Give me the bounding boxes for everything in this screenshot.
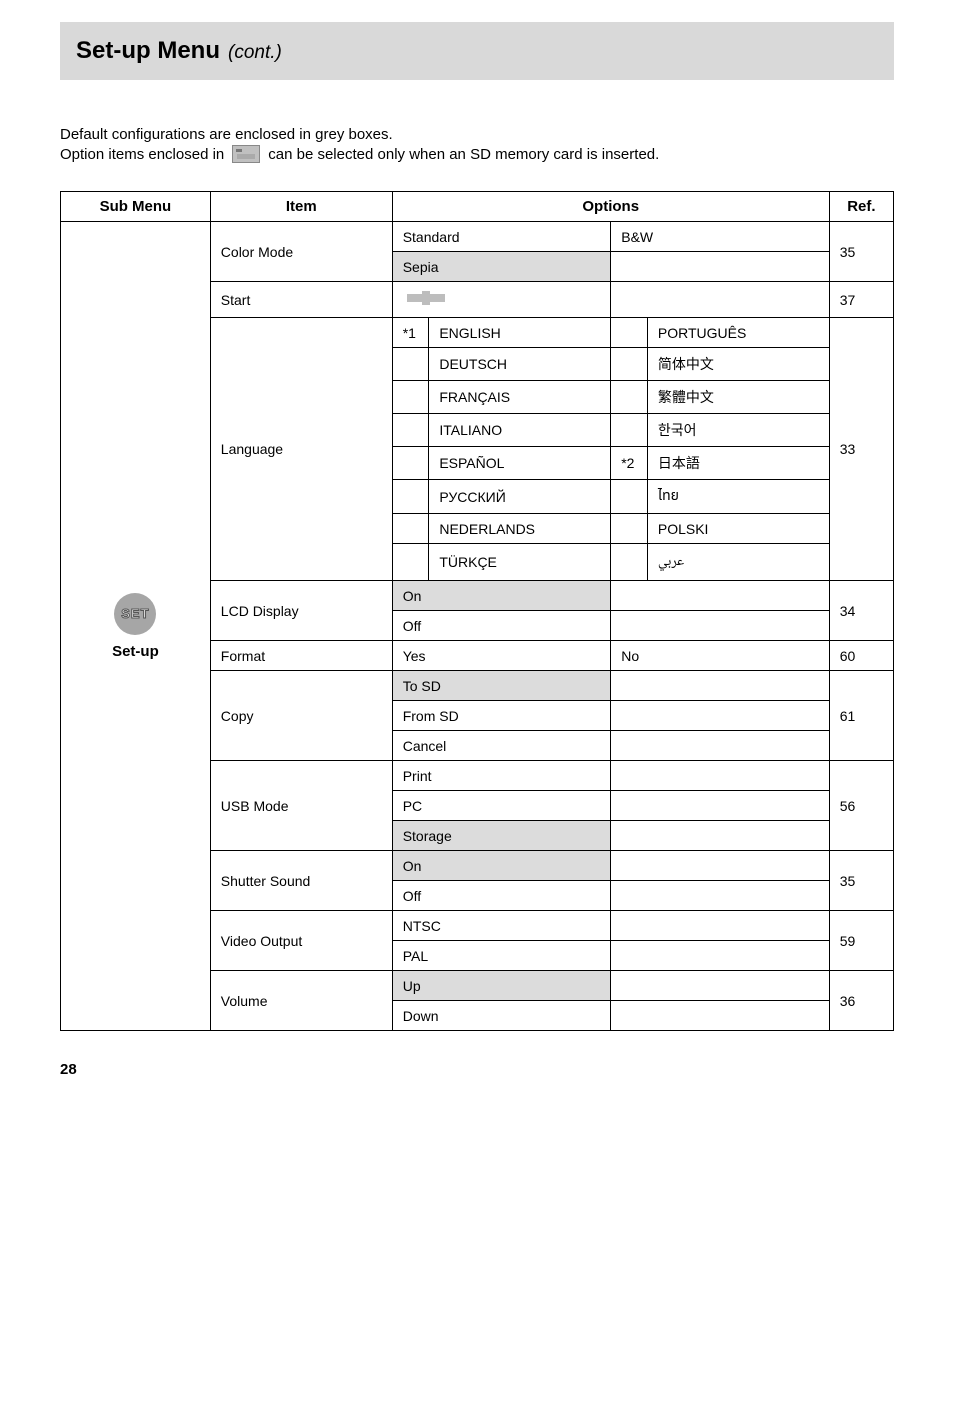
sd-card-icon: [232, 145, 260, 163]
opt-sound-off: Off: [392, 881, 611, 911]
page-number: 28: [60, 1061, 894, 1078]
lang-mark-2: *2: [611, 447, 648, 480]
lang-turkce: TÜRKÇE: [429, 544, 611, 581]
lang-russian: РУССКИЙ: [429, 480, 611, 514]
lang-japanese: 日本語: [647, 447, 829, 480]
lang-english: ENGLISH: [429, 318, 611, 348]
ref-copy: 61: [829, 671, 893, 761]
page-title-bar: Set-up Menu (cont.): [60, 22, 894, 80]
lang-espanol: ESPAÑOL: [429, 447, 611, 480]
page-title: Set-up Menu: [76, 37, 220, 65]
header-ref: Ref.: [829, 192, 893, 222]
opt-video-ntsc: NTSC: [392, 911, 611, 941]
lang-thai: ไทย: [647, 480, 829, 514]
opt-usb-pc: PC: [392, 791, 611, 821]
header-item: Item: [210, 192, 392, 222]
lang-francais: FRANÇAIS: [429, 381, 611, 414]
opt-usb-print: Print: [392, 761, 611, 791]
ref-video: 59: [829, 911, 893, 971]
ref-start: 37: [829, 282, 893, 318]
set-icon: SET: [114, 593, 156, 635]
submenu-cell: SET Set-up: [61, 222, 211, 1031]
intro-text-line2: Option items enclosed in can be selected…: [60, 145, 894, 163]
intro-text-line1: Default configurations are enclosed in g…: [60, 126, 894, 143]
ref-usb: 56: [829, 761, 893, 851]
opt-lcd-off: Off: [392, 611, 611, 641]
item-usb: USB Mode: [210, 761, 392, 851]
opt-video-pal: PAL: [392, 941, 611, 971]
plus-icon: [403, 288, 449, 308]
lang-polski: POLSKI: [647, 514, 829, 544]
lang-nederlands: NEDERLANDS: [429, 514, 611, 544]
item-language: Language: [210, 318, 392, 581]
opt-format-yes: Yes: [392, 641, 611, 671]
opt-vol-up: Up: [392, 971, 611, 1001]
settings-table: Sub Menu Item Options Ref. SET Set-up Co…: [60, 191, 894, 1031]
ref-color: 35: [829, 222, 893, 282]
opt-usb-storage: Storage: [392, 821, 611, 851]
opt-start-plus: [392, 282, 611, 318]
lang-mark-1: *1: [392, 318, 429, 348]
opt-standard: Standard: [392, 222, 611, 252]
item-color-mode: Color Mode: [210, 222, 392, 282]
opt-lcd-on: On: [392, 581, 611, 611]
opt-sepia-default: Sepia: [392, 252, 611, 282]
submenu-label: Set-up: [112, 643, 159, 660]
item-volume: Volume: [210, 971, 392, 1031]
opt-vol-down: Down: [392, 1001, 611, 1031]
lang-arabic: عربي: [647, 544, 829, 581]
page-title-continued: (cont.): [228, 42, 282, 64]
ref-sound: 35: [829, 851, 893, 911]
lang-korean: 한국어: [647, 414, 829, 447]
header-submenu: Sub Menu: [61, 192, 211, 222]
lang-deutsch: DEUTSCH: [429, 348, 611, 381]
ref-lcd: 34: [829, 581, 893, 641]
ref-language: 33: [829, 318, 893, 581]
opt-copy-fromsd: From SD: [392, 701, 611, 731]
ref-vol: 36: [829, 971, 893, 1031]
item-start: Start: [210, 282, 392, 318]
opt-copy-tosd: To SD: [392, 671, 611, 701]
item-video: Video Output: [210, 911, 392, 971]
item-sound: Shutter Sound: [210, 851, 392, 911]
opt-bw: B&W: [611, 222, 830, 252]
item-format: Format: [210, 641, 392, 671]
opt-sound-on: On: [392, 851, 611, 881]
lang-italiano: ITALIANO: [429, 414, 611, 447]
header-options: Options: [392, 192, 829, 222]
lang-traditional-chinese: 繁體中文: [647, 381, 829, 414]
item-lcd: LCD Display: [210, 581, 392, 641]
lang-simplified-chinese: 简体中文: [647, 348, 829, 381]
opt-format-no: No: [611, 641, 830, 671]
item-copy: Copy: [210, 671, 392, 761]
opt-copy-cancel: Cancel: [392, 731, 611, 761]
lang-portugues: PORTUGUÊS: [647, 318, 829, 348]
ref-format: 60: [829, 641, 893, 671]
